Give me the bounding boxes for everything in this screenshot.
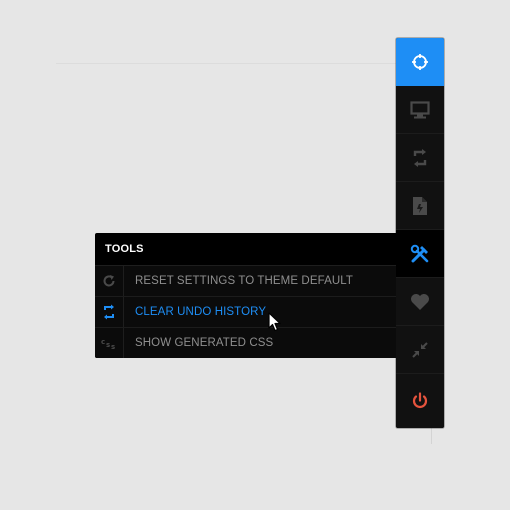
tools-item-label: SHOW GENERATED CSS	[135, 337, 274, 349]
toolbar-button-monitor[interactable]	[396, 86, 444, 134]
toolbar-button-sync[interactable]	[396, 134, 444, 182]
svg-text:c: c	[101, 338, 105, 346]
side-toolbar	[396, 38, 444, 428]
monitor-icon	[410, 100, 430, 118]
sync-arrows-icon	[413, 148, 427, 167]
dollar-arrows-icon	[95, 297, 124, 327]
tools-icon	[410, 244, 429, 262]
mouse-cursor-icon	[268, 312, 281, 332]
toolbar-button-crosshair[interactable]	[396, 38, 444, 86]
tools-item-reset-settings[interactable]: RESET SETTINGS TO THEME DEFAULT	[95, 266, 396, 297]
toolbar-button-power[interactable]	[396, 374, 444, 428]
css-icon: c s s	[95, 328, 124, 358]
toolbar-button-heart[interactable]	[396, 278, 444, 326]
svg-text:s: s	[106, 341, 110, 349]
tools-item-show-generated-css[interactable]: c s s SHOW GENERATED CSS	[95, 328, 396, 358]
toolbar-button-collapse[interactable]	[396, 326, 444, 374]
svg-text:s: s	[111, 343, 115, 349]
toolbar-button-document[interactable]	[396, 182, 444, 230]
guide-line-vertical	[431, 428, 432, 444]
tools-panel: TOOLS RESET SETTINGS TO THEME DEFAULT CL…	[95, 233, 396, 358]
tools-panel-title: TOOLS	[95, 233, 396, 266]
tools-item-clear-undo-history[interactable]: CLEAR UNDO HISTORY	[95, 297, 396, 328]
crosshair-icon	[412, 54, 428, 70]
toolbar-button-tools[interactable]	[396, 230, 444, 278]
guide-line-horizontal	[56, 63, 396, 64]
power-icon	[412, 392, 428, 408]
refresh-icon	[95, 266, 124, 296]
document-icon	[413, 196, 427, 215]
tools-item-label: CLEAR UNDO HISTORY	[135, 306, 267, 318]
collapse-arrows-icon	[412, 341, 428, 358]
tools-item-label: RESET SETTINGS TO THEME DEFAULT	[135, 275, 354, 287]
heart-icon	[411, 293, 429, 310]
